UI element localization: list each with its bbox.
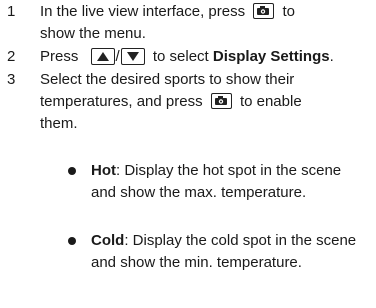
step-3-number: 3 — [7, 71, 16, 88]
step-2-text-end: . — [329, 48, 334, 65]
step-1-line-1: In the live view interface, press to — [40, 1, 295, 23]
bullet-dot-icon — [68, 237, 76, 245]
ok-camera-key-icon — [253, 3, 275, 19]
step-3-line-3: them. — [40, 115, 78, 132]
step-1-line-2: show the menu. — [40, 25, 146, 42]
bullet-hot-text: : Display the hot spot in the scene — [116, 162, 342, 179]
step-1-number: 1 — [7, 3, 16, 20]
step-2-text-before: Press — [40, 48, 79, 65]
step-3-line-2: temperatures, and press to enable — [40, 91, 302, 113]
step-2-text-mid: to select — [152, 48, 209, 65]
down-arrow-key-icon — [120, 48, 145, 65]
instruction-document: 1 In the live view interface, press to s… — [0, 0, 376, 308]
bullet-cold-term: Cold — [91, 232, 125, 249]
step-2-line: Press / to select Display Settings. — [40, 46, 334, 68]
step-1-text-after: to — [282, 3, 295, 20]
up-arrow-key-icon — [90, 48, 115, 65]
bullet-cold-line-1: Cold: Display the cold spot in the scene — [91, 230, 356, 252]
step-1-text-before: In the live view interface, press — [40, 3, 246, 20]
step-2-bold-term: Display Settings — [212, 48, 330, 65]
step-2-number: 2 — [7, 48, 16, 65]
step-3-line-1: Select the desired sports to show their — [40, 71, 295, 88]
bullet-cold-text: : Display the cold spot in the scene — [124, 232, 357, 249]
step-2-separator: / — [115, 48, 120, 65]
bullet-hot-line-2: and show the max. temperature. — [91, 184, 307, 201]
bullet-hot-line-1: Hot: Display the hot spot in the scene — [91, 160, 341, 182]
step-3-text-after: to enable — [239, 93, 302, 110]
bullet-dot-icon — [68, 167, 76, 175]
bullet-cold-line-2: and show the min. temperature. — [91, 254, 302, 271]
step-3-text-before: temperatures, and press — [40, 93, 203, 110]
ok-camera-key-icon — [210, 93, 232, 109]
bullet-hot-term: Hot — [91, 162, 116, 179]
